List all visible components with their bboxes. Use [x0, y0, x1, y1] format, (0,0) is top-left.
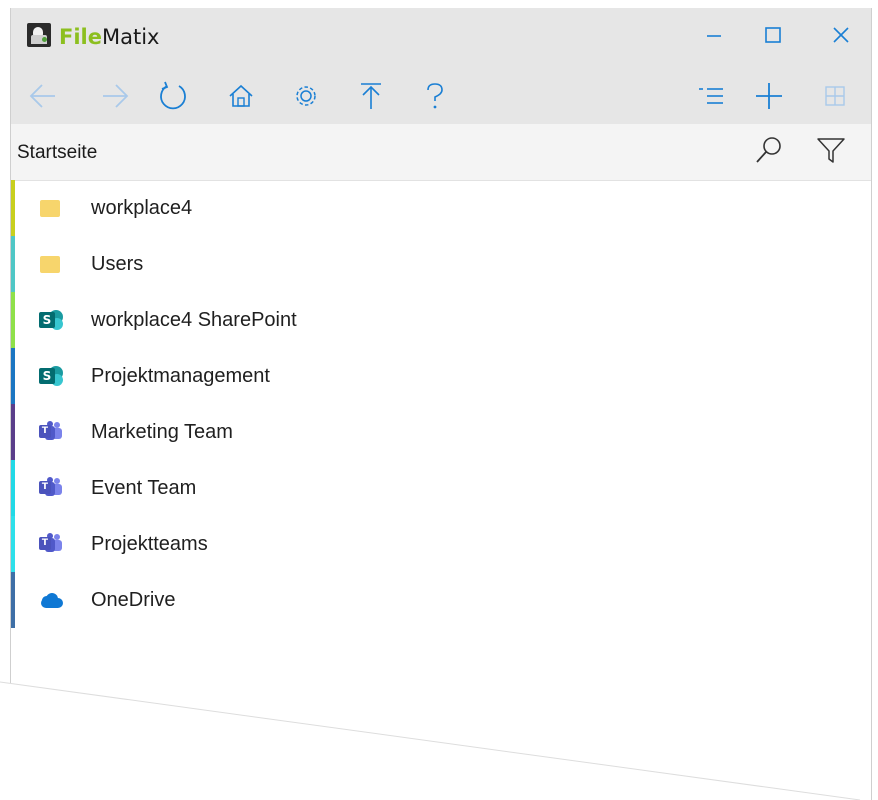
sharepoint-icon: S	[37, 308, 63, 332]
help-question-icon	[427, 83, 443, 109]
back-arrow-icon	[29, 84, 55, 108]
list-item[interactable]: T Event Team	[11, 460, 866, 516]
close-button[interactable]	[821, 18, 861, 52]
color-bar	[11, 572, 15, 628]
help-button[interactable]	[417, 78, 453, 114]
settings-gear-icon	[296, 86, 316, 106]
teams-icon: T	[37, 476, 63, 500]
color-bar	[11, 404, 15, 460]
list-item[interactable]: OneDrive	[11, 572, 866, 628]
color-bar	[11, 348, 15, 404]
refresh-button[interactable]	[155, 78, 191, 114]
list-item-label: workplace4 SharePoint	[91, 309, 297, 331]
color-bar	[11, 460, 15, 516]
sort-list-icon	[699, 88, 723, 104]
title-bar: FileMatix	[11, 8, 871, 68]
add-button[interactable]	[751, 78, 787, 114]
search-button[interactable]	[751, 132, 787, 168]
sort-list-button[interactable]	[693, 78, 729, 114]
filter-icon	[817, 138, 845, 163]
sharepoint-icon: S	[37, 364, 63, 388]
add-plus-icon	[756, 83, 782, 109]
list-item[interactable]: Users	[11, 236, 866, 292]
move-to-top-button[interactable]	[353, 78, 389, 114]
forward-button[interactable]	[97, 78, 133, 114]
grid-view-button[interactable]	[817, 78, 853, 114]
app-title: FileMatix	[59, 25, 160, 49]
settings-button[interactable]	[288, 78, 324, 114]
onedrive-icon	[37, 588, 63, 612]
folder-icon	[37, 196, 63, 220]
maximize-button[interactable]	[753, 18, 793, 52]
move-to-top-icon	[361, 83, 381, 109]
app-logo-icon	[27, 23, 51, 47]
filematix-window: FileMatix Startseite workplace4 Users S …	[10, 8, 872, 800]
list-item-label: Event Team	[91, 477, 197, 499]
list-item-label: Projektmanagement	[91, 365, 270, 387]
list-item[interactable]: workplace4	[11, 180, 866, 236]
home-icon	[229, 84, 253, 107]
teams-icon: T	[37, 532, 63, 556]
item-list: workplace4 Users Sworkplace4 SharePoint S Pr…	[11, 180, 871, 628]
filter-button[interactable]	[813, 132, 849, 168]
back-button[interactable]	[25, 78, 61, 114]
grid-view-icon	[825, 86, 845, 106]
maximize-icon	[765, 27, 781, 43]
list-item-label: Marketing Team	[91, 421, 233, 443]
minimize-icon	[707, 35, 721, 37]
folder-icon	[37, 252, 63, 276]
list-item[interactable]: S Projektmanagement	[11, 348, 866, 404]
close-icon	[833, 27, 849, 43]
list-item-label: Users	[91, 253, 144, 275]
color-bar	[11, 292, 15, 348]
list-item[interactable]: Sworkplace4 SharePoint	[11, 292, 866, 348]
breadcrumb[interactable]: Startseite	[17, 141, 97, 165]
toolbar	[11, 68, 871, 124]
color-bar	[11, 236, 15, 292]
list-item[interactable]: T Projektteams	[11, 516, 866, 572]
refresh-icon	[160, 81, 186, 110]
list-item[interactable]: T Marketing Team	[11, 404, 866, 460]
list-item-label: Projektteams	[91, 533, 208, 555]
search-icon	[756, 137, 781, 163]
color-bar	[11, 516, 15, 572]
list-item-label: workplace4	[91, 197, 193, 219]
color-bar	[11, 180, 15, 236]
home-button[interactable]	[223, 78, 259, 114]
teams-icon: T	[37, 420, 63, 444]
breadcrumb-bar: Startseite	[11, 124, 871, 181]
list-item-label: OneDrive	[91, 589, 176, 611]
minimize-button[interactable]	[694, 18, 734, 52]
forward-arrow-icon	[103, 84, 129, 108]
